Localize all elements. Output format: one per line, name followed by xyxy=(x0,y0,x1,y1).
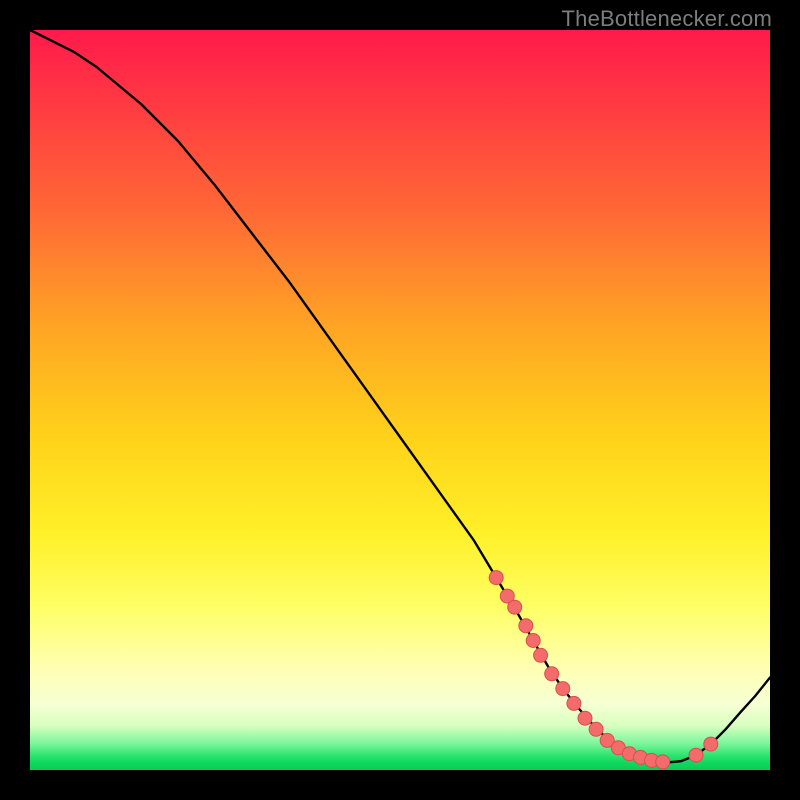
curve-marker xyxy=(589,722,603,736)
curve-marker xyxy=(689,748,703,762)
curve-overlay xyxy=(30,30,770,770)
curve-marker xyxy=(578,711,592,725)
attribution-text: TheBottlenecker.com xyxy=(562,6,772,32)
curve-marker xyxy=(567,696,581,710)
curve-marker xyxy=(519,619,533,633)
curve-marker xyxy=(534,648,548,662)
curve-marker xyxy=(526,634,540,648)
curve-marker xyxy=(704,737,718,751)
curve-marker xyxy=(556,682,570,696)
bottleneck-curve xyxy=(30,30,770,763)
curve-marker xyxy=(656,755,670,769)
curve-marker xyxy=(545,667,559,681)
curve-markers xyxy=(489,571,718,769)
chart-frame: TheBottlenecker.com xyxy=(0,0,800,800)
curve-marker xyxy=(508,600,522,614)
curve-marker xyxy=(489,571,503,585)
